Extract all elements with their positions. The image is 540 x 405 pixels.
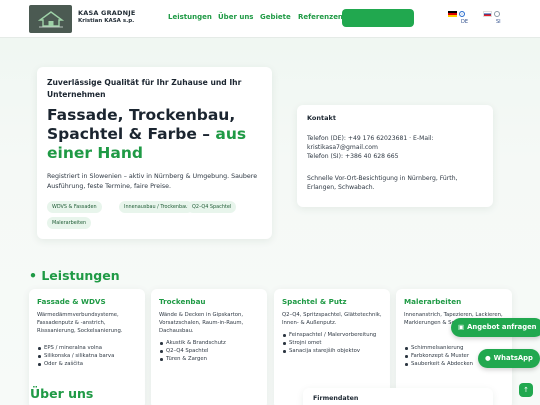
- clipboard-icon: ▣: [458, 323, 465, 331]
- company-data-title: Firmendaten: [313, 395, 359, 402]
- nav-ueber-uns[interactable]: Über uns: [218, 13, 253, 21]
- hero-title-main: Fassade, Trockenbau, Spachtel & Farbe –: [47, 106, 236, 143]
- section-title-ueber-uns: Über uns: [30, 386, 94, 401]
- nav-gebiete[interactable]: Gebiete: [260, 13, 291, 21]
- list-item: Q2–Q4 Spachtel: [159, 347, 265, 355]
- contact-phone-si[interactable]: Telefon (SI): +386 40 628 665: [307, 152, 487, 161]
- list-item: EPS / mineralna volna: [37, 344, 143, 352]
- brand-subtitle: Kristian KASA s.p.: [78, 18, 135, 24]
- service-title: Trockenbau: [159, 297, 206, 306]
- contact-title: Kontakt: [307, 114, 336, 122]
- request-quote-button[interactable]: ▣ Angebot anfragen: [451, 318, 540, 337]
- chip-malerarbeiten: Malerarbeiten: [47, 217, 92, 229]
- hero-kicker: Zuverlässige Qualität für Ihr Zuhause un…: [47, 78, 242, 99]
- site-header: KASA GRADNJE Kristian KASA s.p. Leistung…: [0, 0, 540, 38]
- language-switch-si[interactable]: SI: [483, 11, 501, 25]
- contact-card: Kontakt Telefon (DE): +49 176 62023681 ·…: [297, 105, 493, 207]
- section-title-leistungen: • Leistungen: [29, 268, 120, 283]
- list-item: Sanacija starejših objektov: [282, 347, 388, 355]
- list-item: Akustik & Brandschutz: [159, 339, 265, 347]
- contact-email[interactable]: kristikasa7@gmail.com: [307, 143, 487, 152]
- nav-referenzen[interactable]: Referenzen: [298, 13, 343, 21]
- list-item: Silikonska / silikatna barva: [37, 352, 143, 360]
- chat-bubble-icon: ●: [485, 354, 491, 362]
- language-switch-de[interactable]: DE: [448, 11, 468, 25]
- service-title: Spachtel & Putz: [282, 297, 347, 306]
- hero-description: Registriert in Slowenien – aktiv in Nürn…: [47, 173, 258, 190]
- slovenia-flag-icon: [483, 11, 492, 17]
- service-list: EPS / mineralna volna Silikonska / silik…: [37, 344, 143, 368]
- service-title: Fassade & WDVS: [37, 297, 106, 306]
- brand-logo[interactable]: [29, 5, 72, 33]
- list-item: Türen & Zargen: [159, 355, 265, 363]
- whatsapp-button[interactable]: ● WhatsApp: [478, 349, 540, 368]
- language-label-de: DE: [461, 19, 469, 25]
- list-item: Oder & zaščita: [37, 360, 143, 368]
- germany-flag-icon: [448, 11, 457, 17]
- language-radio-si[interactable]: [494, 11, 500, 17]
- bullet-icon: •: [29, 268, 42, 283]
- company-data-card: Firmendaten: [303, 388, 493, 405]
- service-list: Akustik & Brandschutz Q2–Q4 Spachtel Tür…: [159, 339, 265, 363]
- service-description: Q2–Q4, Spritzspachtel, Glättetechnik, In…: [282, 312, 382, 326]
- language-radio-de[interactable]: [459, 11, 465, 17]
- hero-title: Fassade, Trockenbau, Spachtel & Farbe – …: [47, 106, 272, 163]
- service-description: Wände & Decken in Gipskarton, Vorsatzsch…: [159, 312, 244, 334]
- contact-phone-de[interactable]: Telefon (DE): +49 176 62023681 · E-Mail:: [307, 134, 487, 143]
- chip-spachtel: Q2–Q4 Spachtel: [187, 201, 237, 213]
- brand-name: KASA GRADNJE: [78, 9, 136, 17]
- service-card-trockenbau: Trockenbau Wände & Decken in Gipskarton,…: [151, 289, 267, 405]
- contact-visit-note: Schnelle Vor-Ort-Besichtigung in Nürnber…: [307, 175, 458, 191]
- chip-trockenbau: Innenausbau / Trockenbau: [119, 201, 194, 213]
- hero-card: Zuverlässige Qualität für Ihr Zuhause un…: [37, 67, 272, 239]
- language-label-si: SI: [496, 19, 501, 25]
- chip-wdvs: WDVS & Fassaden: [47, 201, 102, 213]
- list-item: Feinspachtel / Malervorbereitung: [282, 331, 388, 339]
- service-title: Malerarbeiten: [404, 297, 462, 306]
- list-item: Strojni omet: [282, 339, 388, 347]
- scroll-to-top-button[interactable]: ↑: [519, 383, 533, 397]
- service-list: Feinspachtel / Malervorbereitung Strojni…: [282, 331, 388, 355]
- header-cta-button[interactable]: [342, 9, 414, 27]
- house-logo-icon: [37, 11, 64, 28]
- nav-leistungen[interactable]: Leistungen: [168, 13, 212, 21]
- service-description: Wärmedämmverbundsysteme, Fassadenputz & …: [37, 312, 123, 334]
